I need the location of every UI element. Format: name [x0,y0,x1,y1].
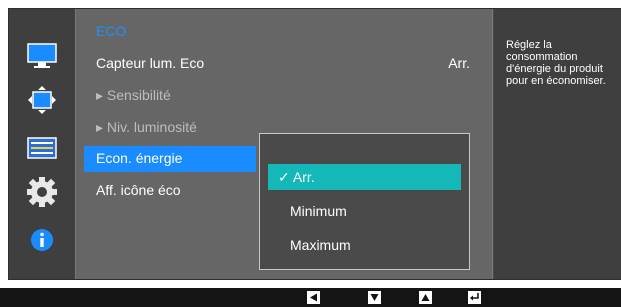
settings-panel-icon[interactable] [25,131,59,165]
menu-title: ECO [96,23,127,39]
menu-item-eco-icon-display[interactable]: Aff. icône éco [96,182,181,198]
dropdown-option-minimum[interactable]: Minimum [268,198,461,224]
eco-menu-panel: ECO Capteur lum. Eco Arr. ▸ Sensibilité … [75,9,493,279]
menu-item-brightness-level[interactable]: ▸ Niv. luminosité [96,119,197,136]
help-panel: Réglez la consommation d'énergie du prod… [494,9,621,279]
dropdown-option-off[interactable]: ✓ Arr. [268,164,461,190]
dropdown-option-maximum[interactable]: Maximum [268,232,461,258]
help-text: Réglez la consommation d'énergie du prod… [506,39,606,87]
eco-light-sensor-value: Arr. [448,55,470,71]
osd-window: ECO Capteur lum. Eco Arr. ▸ Sensibilité … [8,8,621,280]
up-arrow-key-icon[interactable] [419,291,432,304]
menu-item-sensitivity[interactable]: ▸ Sensibilité [96,87,171,104]
resize-icon[interactable] [25,83,59,117]
enter-key-icon[interactable] [468,291,481,304]
gear-icon[interactable] [25,175,59,209]
eco-saving-dropdown: ✓ Arr. Minimum Maximum [259,133,470,270]
down-arrow-key-icon[interactable] [368,291,381,304]
monitor-icon[interactable] [25,39,59,73]
control-key-bar [0,288,621,307]
menu-item-eco-light-sensor[interactable]: Capteur lum. Eco [96,55,204,71]
left-arrow-key-icon[interactable] [307,291,320,304]
menu-item-eco-saving[interactable]: Econ. énergie [96,150,182,166]
icon-sidebar [9,9,75,279]
info-icon[interactable] [25,223,59,257]
